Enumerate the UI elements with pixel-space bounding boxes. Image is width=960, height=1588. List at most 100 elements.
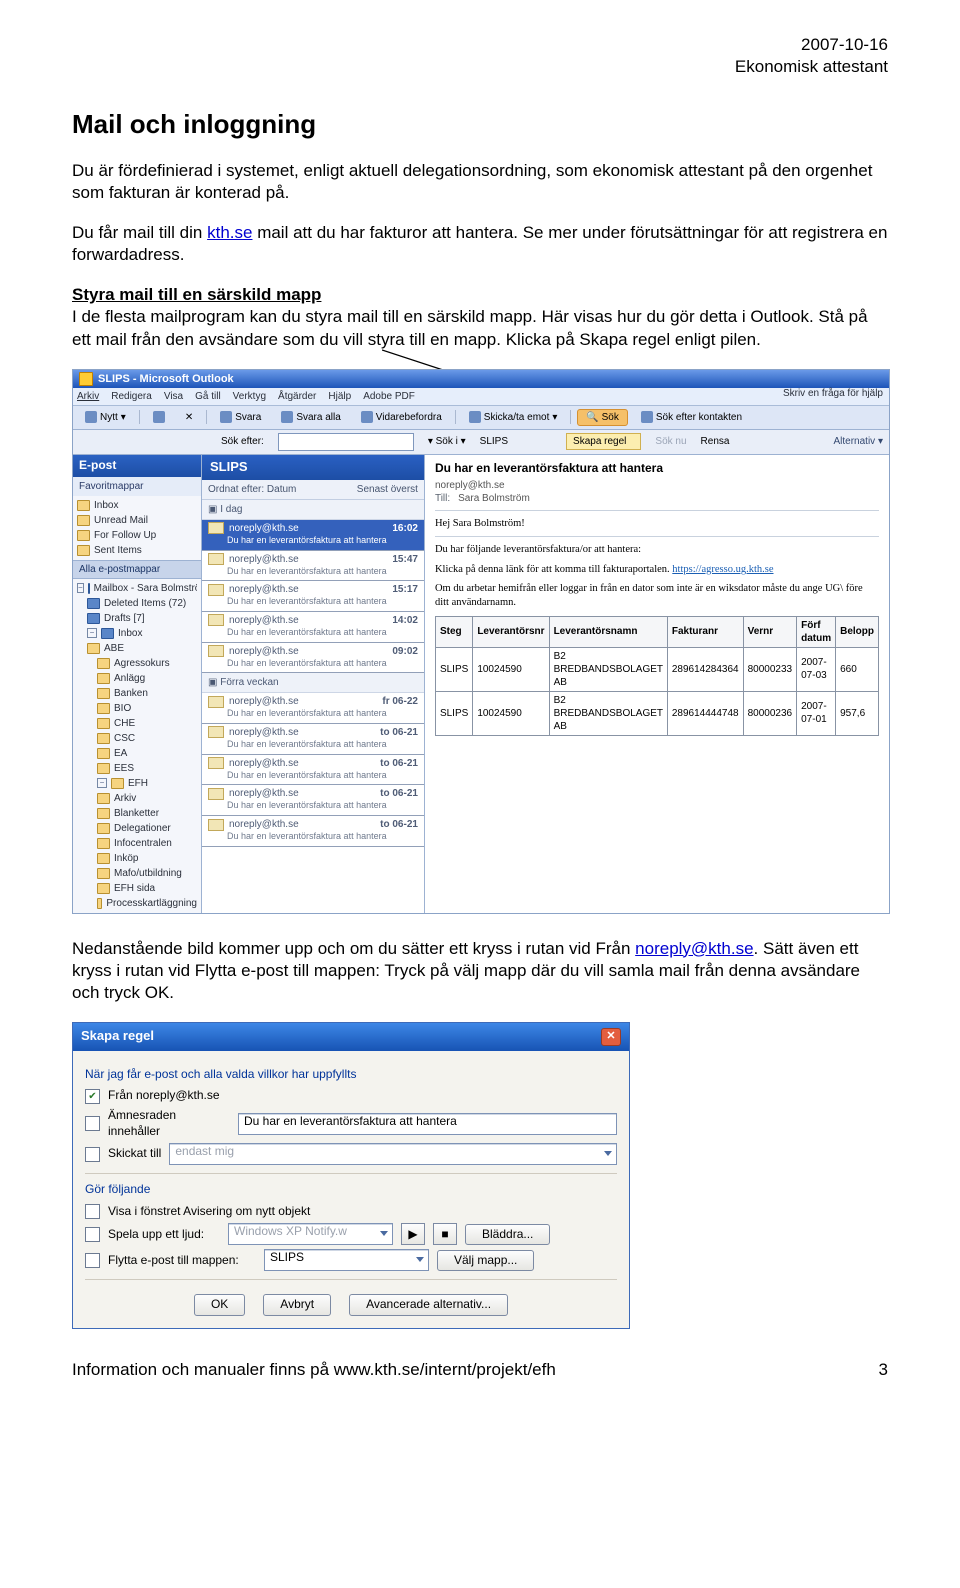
folder-combo[interactable]: SLIPS bbox=[264, 1249, 429, 1271]
outlook-menubar: Arkiv Redigera Visa Gå till Verktyg Åtgä… bbox=[73, 388, 889, 406]
folder-item[interactable]: Unread Mail bbox=[77, 513, 197, 528]
folder-item[interactable]: CHE bbox=[77, 716, 197, 731]
folder-item[interactable]: −Inbox bbox=[77, 626, 197, 641]
subheading: Styra mail till en särskild mapp bbox=[72, 285, 321, 304]
play-icon[interactable]: ▶ bbox=[401, 1223, 425, 1245]
menu-arkiv[interactable]: Arkiv bbox=[77, 390, 99, 403]
dialog-titlebar: Skapa regel ✕ bbox=[73, 1023, 629, 1051]
header-right: 2007-10-16 Ekonomisk attestant bbox=[72, 34, 888, 78]
folder-item[interactable]: Drafts [7] bbox=[77, 611, 197, 626]
folder-item[interactable]: Inbox bbox=[77, 498, 197, 513]
tb-vidare[interactable]: Vidarebefordra bbox=[354, 409, 449, 426]
tb-sok[interactable]: 🔍 Sök bbox=[577, 409, 627, 426]
menu-visa[interactable]: Visa bbox=[164, 390, 183, 403]
cb-subject[interactable] bbox=[85, 1116, 100, 1131]
folder-item[interactable]: Delegationer bbox=[77, 821, 197, 836]
cb-alert[interactable] bbox=[85, 1204, 100, 1219]
mail-subject: Du har en leverantörsfaktura att hantera bbox=[435, 461, 879, 477]
stop-icon[interactable]: ■ bbox=[433, 1223, 457, 1245]
outlook-toolbar: Nytt ▾ ✕ Svara Svara alla Vidarebefordra… bbox=[73, 406, 889, 430]
sentto-combo[interactable]: endast mig bbox=[169, 1143, 617, 1165]
close-icon[interactable]: ✕ bbox=[601, 1028, 621, 1046]
folder-item[interactable]: EFH sida bbox=[77, 881, 197, 896]
menu-gatill[interactable]: Gå till bbox=[195, 390, 221, 403]
soknu-link[interactable]: Sök nu bbox=[655, 435, 686, 448]
folder-item[interactable]: EA bbox=[77, 746, 197, 761]
folder-item[interactable]: CSC bbox=[77, 731, 197, 746]
folder-item[interactable]: Inköp bbox=[77, 851, 197, 866]
tb-delete[interactable]: ✕ bbox=[178, 409, 200, 426]
mail-item[interactable]: noreply@kth.sefr 06-22Du har en leverant… bbox=[202, 693, 424, 724]
tb-print[interactable] bbox=[146, 409, 172, 425]
advanced-button[interactable]: Avancerade alternativ... bbox=[349, 1294, 508, 1316]
page-title: Mail och inloggning bbox=[72, 108, 888, 142]
noreply-link[interactable]: noreply@kth.se bbox=[635, 939, 753, 958]
alternativ-link[interactable]: Alternativ ▾ bbox=[834, 435, 884, 448]
folder-item[interactable]: Sent Items bbox=[77, 543, 197, 558]
sidebar-head: E-post bbox=[73, 455, 201, 477]
folder-item[interactable]: Arkiv bbox=[77, 791, 197, 806]
mail-item[interactable]: noreply@kth.se16:02Du har en leverantörs… bbox=[202, 520, 424, 551]
folder-item[interactable]: Deleted Items (72) bbox=[77, 596, 197, 611]
skapa-regel-dialog: Skapa regel ✕ När jag får e-post och all… bbox=[72, 1022, 630, 1329]
folder-item[interactable]: Agressokurs bbox=[77, 656, 197, 671]
mail-item[interactable]: noreply@kth.seto 06-21Du har en leverant… bbox=[202, 724, 424, 755]
cb-sound[interactable] bbox=[85, 1227, 100, 1242]
folder-item[interactable]: −Mailbox - Sara Bolmström bbox=[77, 581, 197, 596]
skapa-regel-button[interactable]: Skapa regel bbox=[566, 433, 641, 450]
tb-kontakt[interactable]: Sök efter kontakten bbox=[634, 409, 749, 426]
kthse-link[interactable]: kth.se bbox=[207, 223, 252, 242]
subject-field[interactable]: Du har en leverantörsfaktura att hantera bbox=[238, 1113, 617, 1135]
menu-redigera[interactable]: Redigera bbox=[111, 390, 152, 403]
mail-item[interactable]: noreply@kth.seto 06-21Du har en leverant… bbox=[202, 785, 424, 816]
folder-item[interactable]: EES bbox=[77, 761, 197, 776]
reading-pane: Du har en leverantörsfaktura att hantera… bbox=[425, 455, 889, 913]
invoice-table: StegLeverantörsnrLeverantörsnamnFakturan… bbox=[435, 616, 879, 736]
page-number: 3 bbox=[879, 1359, 888, 1381]
cb-move[interactable] bbox=[85, 1253, 100, 1268]
cancel-button[interactable]: Avbryt bbox=[263, 1294, 331, 1316]
outlook-titlebar: SLIPS - Microsoft Outlook bbox=[73, 370, 889, 388]
folder-item[interactable]: Processkartläggning bbox=[77, 896, 197, 911]
folder-item[interactable]: Anlägg bbox=[77, 671, 197, 686]
menu-adobepdf[interactable]: Adobe PDF bbox=[363, 390, 415, 403]
folder-item[interactable]: For Follow Up bbox=[77, 528, 197, 543]
menu-verktyg[interactable]: Verktyg bbox=[233, 390, 266, 403]
sound-combo[interactable]: Windows XP Notify.w bbox=[228, 1223, 393, 1245]
browse-button[interactable]: Bläddra... bbox=[465, 1224, 550, 1246]
folder-item[interactable]: Mafo/utbildning bbox=[77, 866, 197, 881]
message-list-pane: SLIPS Ordnat efter: DatumSenast överst ▣… bbox=[202, 455, 425, 913]
agresso-link[interactable]: https://agresso.ug.kth.se bbox=[672, 564, 773, 575]
mail-item[interactable]: noreply@kth.seto 06-21Du har en leverant… bbox=[202, 755, 424, 786]
search-input[interactable] bbox=[278, 433, 414, 451]
tb-skicka[interactable]: Skicka/ta emot ▾ bbox=[462, 409, 565, 426]
folder-item[interactable]: Infocentralen bbox=[77, 836, 197, 851]
folder-item[interactable]: BIO bbox=[77, 701, 197, 716]
tb-svara[interactable]: Svara bbox=[213, 409, 268, 426]
folder-item[interactable]: −EFH bbox=[77, 776, 197, 791]
outlook-search-strip: Sök efter: ▾ Sök i ▾ SLIPS Skapa regel S… bbox=[73, 430, 889, 455]
outlook-screenshot: SLIPS - Microsoft Outlook Arkiv Redigera… bbox=[72, 369, 890, 914]
ok-button[interactable]: OK bbox=[194, 1294, 245, 1316]
folder-item[interactable]: Blanketter bbox=[77, 806, 197, 821]
mail-item[interactable]: noreply@kth.seto 06-21Du har en leverant… bbox=[202, 816, 424, 847]
outlook-app-icon bbox=[79, 372, 93, 386]
mail-item[interactable]: noreply@kth.se09:02Du har en leverantörs… bbox=[202, 643, 424, 674]
doc-date: 2007-10-16 bbox=[72, 34, 888, 56]
mail-item[interactable]: noreply@kth.se14:02Du har en leverantörs… bbox=[202, 612, 424, 643]
page-footer: Information och manualer finns på www.kt… bbox=[72, 1359, 888, 1381]
folder-item[interactable]: ABE bbox=[77, 641, 197, 656]
para-2: Du får mail till din kth.se mail att du … bbox=[72, 222, 888, 266]
mail-item[interactable]: noreply@kth.se15:17Du har en leverantörs… bbox=[202, 581, 424, 612]
tb-svaraalla[interactable]: Svara alla bbox=[274, 409, 347, 426]
tb-nytt[interactable]: Nytt ▾ bbox=[78, 409, 133, 426]
menu-atgarder[interactable]: Åtgärder bbox=[278, 390, 316, 403]
mail-item[interactable]: noreply@kth.se15:47Du har en leverantörs… bbox=[202, 551, 424, 582]
cb-from[interactable]: ✔ bbox=[85, 1089, 100, 1104]
menu-hjalp[interactable]: Hjälp bbox=[328, 390, 351, 403]
rensa-link[interactable]: Rensa bbox=[701, 435, 730, 448]
cb-sentto[interactable] bbox=[85, 1147, 100, 1162]
choose-folder-button[interactable]: Välj mapp... bbox=[437, 1250, 534, 1272]
help-search[interactable]: Skriv en fråga för hjälp bbox=[783, 387, 883, 400]
folder-item[interactable]: Banken bbox=[77, 686, 197, 701]
